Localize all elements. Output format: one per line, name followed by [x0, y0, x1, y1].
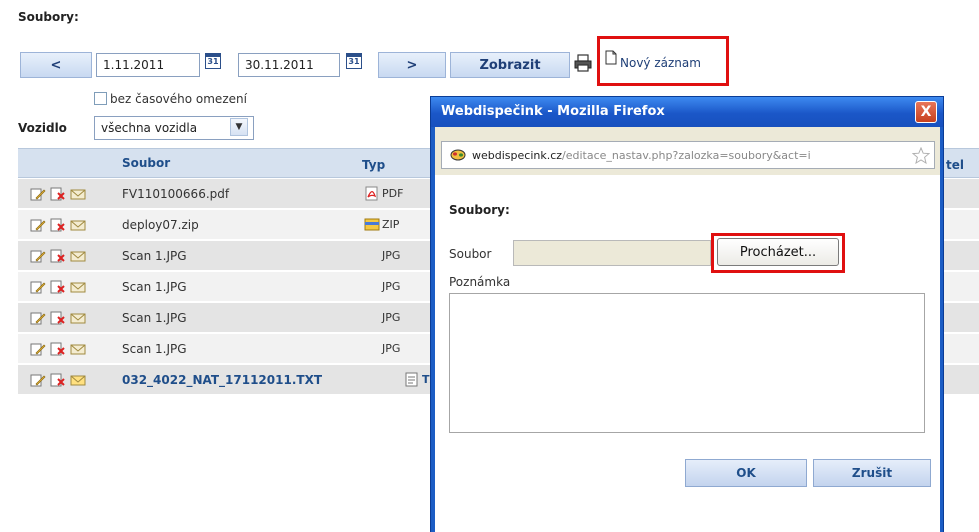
delete-icon[interactable]	[50, 280, 66, 294]
file-type: JPG	[382, 280, 401, 293]
popup-title: Webdispečink - Mozilla Firefox	[441, 104, 665, 119]
calendar-icon[interactable]: 31	[205, 53, 221, 69]
row-actions	[30, 280, 86, 297]
file-name-link[interactable]: Scan 1.JPG	[122, 280, 187, 294]
date-to-input[interactable]: 30.11.2011	[238, 53, 340, 77]
txt-icon	[405, 372, 418, 387]
file-name-link[interactable]: 032_4022_NAT_17112011.TXT	[122, 373, 322, 387]
note-label: Poznámka	[449, 275, 511, 289]
file-name-link[interactable]: Scan 1.JPG	[122, 249, 187, 263]
popup-body: webdispecink.cz/editace_nastav.php?zaloz…	[435, 127, 940, 532]
note-textarea[interactable]	[449, 293, 925, 433]
popup-window: Webdispečink - Mozilla Firefox X webdisp…	[430, 96, 944, 532]
file-name-link[interactable]: Scan 1.JPG	[122, 342, 187, 356]
url-domain: webdispecink.cz	[472, 149, 563, 162]
delete-icon[interactable]	[50, 187, 66, 201]
edit-icon[interactable]	[30, 373, 46, 387]
row-actions	[30, 218, 86, 235]
browse-button[interactable]: Procházet...	[717, 238, 839, 266]
edit-icon[interactable]	[30, 280, 46, 294]
delete-icon[interactable]	[50, 218, 66, 232]
delete-icon[interactable]	[50, 373, 66, 387]
file-name-link[interactable]: deploy07.zip	[122, 218, 199, 232]
no-time-limit-label: bez časového omezení	[110, 92, 247, 106]
star-icon[interactable]	[912, 147, 930, 164]
page-title: Soubory:	[18, 10, 79, 24]
popup-titlebar[interactable]: Webdispečink - Mozilla Firefox X	[431, 97, 943, 127]
url-bar[interactable]: webdispecink.cz/editace_nastav.php?zaloz…	[441, 141, 935, 169]
edit-icon[interactable]	[30, 342, 46, 356]
email-icon[interactable]	[70, 280, 86, 294]
row-actions	[30, 249, 86, 266]
show-button[interactable]: Zobrazit	[450, 52, 570, 78]
popup-heading: Soubory:	[449, 203, 510, 217]
file-type: JPG	[382, 311, 401, 324]
next-month-button[interactable]: >	[378, 52, 446, 78]
delete-icon[interactable]	[50, 249, 66, 263]
file-type: JPG	[382, 249, 401, 262]
email-icon[interactable]	[70, 218, 86, 232]
no-time-limit-checkbox[interactable]	[94, 92, 107, 105]
new-document-icon[interactable]	[605, 50, 617, 65]
site-icon	[450, 149, 466, 161]
file-name-link[interactable]: FV110100666.pdf	[122, 187, 229, 201]
url-path: /editace_nastav.php?zalozka=soubory&act=…	[562, 149, 811, 162]
ok-button[interactable]: OK	[685, 459, 807, 487]
edit-icon[interactable]	[30, 311, 46, 325]
edit-icon[interactable]	[30, 187, 46, 201]
pdf-icon	[365, 186, 378, 201]
popup-content: Soubory: Soubor Procházet... Poznámka OK…	[435, 175, 940, 532]
email-icon[interactable]	[70, 342, 86, 356]
file-type: JPG	[382, 342, 401, 355]
row-actions	[30, 311, 86, 328]
date-from-input[interactable]: 1.11.2011	[96, 53, 200, 77]
file-name-link[interactable]: Scan 1.JPG	[122, 311, 187, 325]
edit-icon[interactable]	[30, 249, 46, 263]
new-record-link[interactable]: Nový záznam	[620, 56, 701, 70]
email-icon[interactable]	[70, 373, 86, 387]
calendar-icon-text: 31	[348, 56, 360, 66]
calendar-icon-text: 31	[207, 56, 219, 66]
calendar-icon[interactable]: 31	[346, 53, 362, 69]
file-path-input[interactable]	[513, 240, 711, 266]
email-icon[interactable]	[70, 311, 86, 325]
file-type: ZIP	[382, 218, 400, 231]
cancel-button[interactable]: Zrušit	[813, 459, 931, 487]
delete-icon[interactable]	[50, 311, 66, 325]
url-text: webdispecink.cz/editace_nastav.php?zaloz…	[472, 149, 892, 162]
chevron-down-icon[interactable]: ▼	[230, 118, 248, 136]
row-actions	[30, 342, 86, 359]
file-type: PDF	[382, 187, 404, 200]
row-actions	[30, 187, 86, 204]
file-field-label: Soubor	[449, 247, 492, 261]
row-actions	[30, 373, 86, 390]
vehicle-select-value: všechna vozidla	[101, 121, 198, 135]
column-header-file[interactable]: Soubor	[122, 156, 170, 170]
delete-icon[interactable]	[50, 342, 66, 356]
column-header-type[interactable]: Typ	[362, 158, 385, 172]
column-header-partial[interactable]: tel	[946, 158, 964, 172]
vehicle-label: Vozidlo	[18, 121, 67, 135]
close-icon[interactable]: X	[915, 101, 937, 123]
print-icon[interactable]	[574, 54, 592, 72]
zip-icon	[364, 218, 380, 231]
prev-month-button[interactable]: <	[20, 52, 92, 78]
email-icon[interactable]	[70, 249, 86, 263]
email-icon[interactable]	[70, 187, 86, 201]
edit-icon[interactable]	[30, 218, 46, 232]
